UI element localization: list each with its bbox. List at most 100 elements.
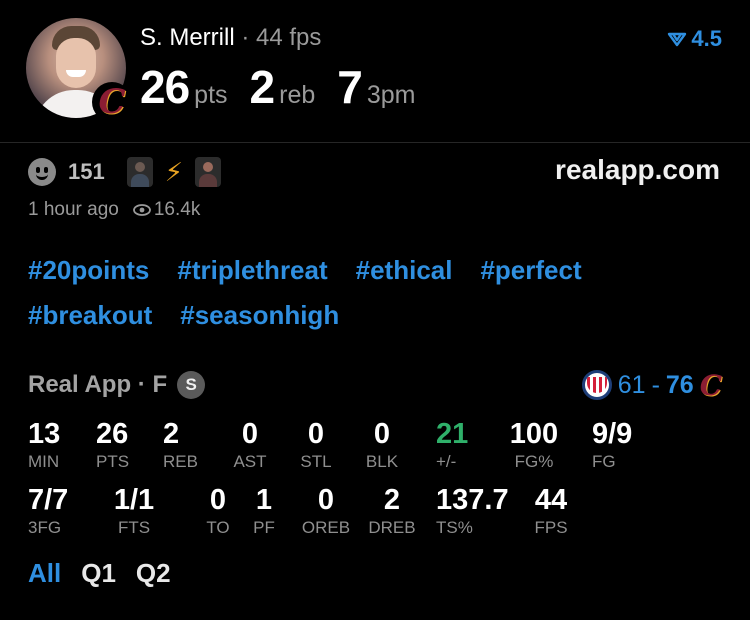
stat-label: STL: [300, 452, 332, 471]
stat-label: 3FG: [28, 518, 62, 537]
stat-value: 2: [163, 418, 180, 450]
site-link[interactable]: realapp.com: [555, 154, 720, 186]
stat-label: BLK: [365, 452, 399, 471]
stat-value: 2: [383, 484, 401, 516]
stat-label: REB: [163, 452, 198, 471]
boxscore-cell: 13 MIN: [28, 418, 60, 472]
boxscore-cell: 137.7 TS%: [436, 484, 509, 538]
stat-label: FPS: [534, 518, 568, 537]
stat-label: PTS: [96, 452, 130, 471]
views-count: 16.4k: [132, 199, 201, 221]
stat-label: PF: [253, 518, 275, 537]
boxscore-cell: 21 +/-: [436, 418, 468, 472]
stat-value: 0: [307, 418, 325, 450]
hashtag[interactable]: #breakout: [28, 300, 152, 330]
stat-label: DREB: [368, 518, 416, 537]
stat-label: FG%: [514, 452, 554, 471]
tab-q1[interactable]: Q1: [81, 558, 116, 589]
boxscore-cell: 1/1 FTS: [108, 484, 160, 538]
stat-value: 0: [241, 418, 259, 450]
stat-value: 26: [96, 418, 129, 450]
quarter-tabs: All Q1 Q2: [28, 558, 171, 589]
stat-threes-unit: 3pm: [366, 81, 416, 109]
smiley-reaction-icon[interactable]: [28, 158, 56, 186]
stat-label: FG: [592, 452, 616, 471]
stat-value: 0: [317, 484, 335, 516]
stat-label: TO: [206, 518, 230, 537]
stat-value: 13: [28, 418, 61, 450]
lightning-reaction-icon[interactable]: ⚡: [165, 159, 183, 185]
stat-value: 44: [534, 484, 568, 516]
hashtag[interactable]: #20points: [28, 255, 149, 285]
home-score: 76: [665, 370, 694, 399]
stat-label: AST: [233, 452, 267, 471]
eye-icon: [132, 204, 151, 216]
stat-value: 1/1: [113, 484, 155, 516]
boxscore-cell: 2 REB: [163, 418, 198, 472]
tab-all[interactable]: All: [28, 558, 61, 589]
stat-rebounds-unit: reb: [279, 81, 316, 109]
wizards-logo-icon: [581, 370, 612, 400]
hashtag[interactable]: #seasonhigh: [180, 300, 339, 330]
stat-value: 9/9: [592, 418, 633, 450]
post-meta: 1 hour ago 16.4k: [28, 199, 200, 221]
game-title: Real App · F: [28, 371, 168, 398]
tab-q2[interactable]: Q2: [136, 558, 171, 589]
stat-points-value: 26: [140, 61, 190, 113]
stat-value: 0: [209, 484, 227, 516]
views-value: 16.4k: [153, 199, 201, 220]
stat-label: TS%: [436, 518, 473, 537]
stat-label: MIN: [28, 452, 60, 471]
boxscore-cell: 0 TO: [198, 484, 238, 538]
title-separator: ·: [241, 24, 250, 51]
stat-value: 137.7: [436, 484, 509, 516]
stat-value: 1: [255, 484, 273, 516]
boxscore-cell: 9/9 FG: [592, 418, 632, 472]
reactor-avatar[interactable]: [194, 157, 221, 187]
game-score[interactable]: 61-76 C: [581, 368, 722, 402]
reactor-avatar[interactable]: [126, 157, 153, 187]
score-dash: -: [651, 370, 660, 399]
boxscore-cell: 44 FPS: [530, 484, 572, 538]
stat-label: +/-: [436, 452, 457, 471]
player-title-line: S. Merrill · 44 fps: [140, 24, 321, 52]
status-badge: S: [177, 371, 206, 399]
header-divider: [0, 142, 750, 143]
player-header: C S. Merrill · 44 fps 4.5 26 pts 2 reb 7…: [0, 0, 750, 142]
hashtag[interactable]: #triplethreat: [177, 255, 327, 285]
stat-rebounds-value: 2: [249, 61, 276, 113]
stat-value: 0: [373, 418, 391, 450]
player-name[interactable]: S. Merrill: [140, 24, 235, 51]
cavaliers-logo-icon: C: [699, 368, 722, 402]
stat-points-unit: pts: [194, 81, 228, 109]
reaction-count[interactable]: 151: [68, 159, 105, 185]
rating-badge[interactable]: 4.5: [667, 26, 722, 52]
hashtag[interactable]: #perfect: [480, 255, 581, 285]
rating-value: 4.5: [691, 26, 722, 51]
boxscore-cell: 1 PF: [244, 484, 284, 538]
rating-arrow-icon: [668, 32, 687, 47]
boxscore-cell: 0 OREB: [298, 484, 354, 538]
stat-value: 21: [436, 418, 469, 450]
boxscore-cell: 26 PTS: [96, 418, 129, 472]
stat-label: OREB: [301, 518, 351, 537]
boxscore-cell: 0 BLK: [358, 418, 406, 472]
stat-threes-value: 7: [337, 61, 363, 113]
boxscore-cell: 0 STL: [292, 418, 340, 472]
stat-value: 100: [509, 418, 559, 450]
stat-label: FTS: [117, 518, 151, 537]
hashtag[interactable]: #ethical: [356, 255, 453, 285]
post-time: 1 hour ago: [28, 199, 119, 220]
boxscore-cell: 100 FG%: [500, 418, 568, 472]
cavaliers-logo-icon: C: [92, 82, 132, 122]
hashtag-list: #20points #triplethreat #ethical #perfec…: [28, 255, 728, 330]
stat-value: 7/7: [28, 484, 69, 516]
game-header: Real App · F S 61-76 C: [28, 368, 722, 402]
player-statline: 26 pts 2 reb 7 3pm: [140, 60, 438, 114]
boxscore-cell: 7/7 3FG: [28, 484, 68, 538]
boxscore-cell: 2 DREB: [364, 484, 420, 538]
away-score: 61: [617, 370, 646, 399]
player-fps: 44 fps: [256, 24, 322, 51]
boxscore-cell: 0 AST: [226, 418, 274, 472]
reactions-bar: 151 ⚡: [28, 155, 221, 189]
